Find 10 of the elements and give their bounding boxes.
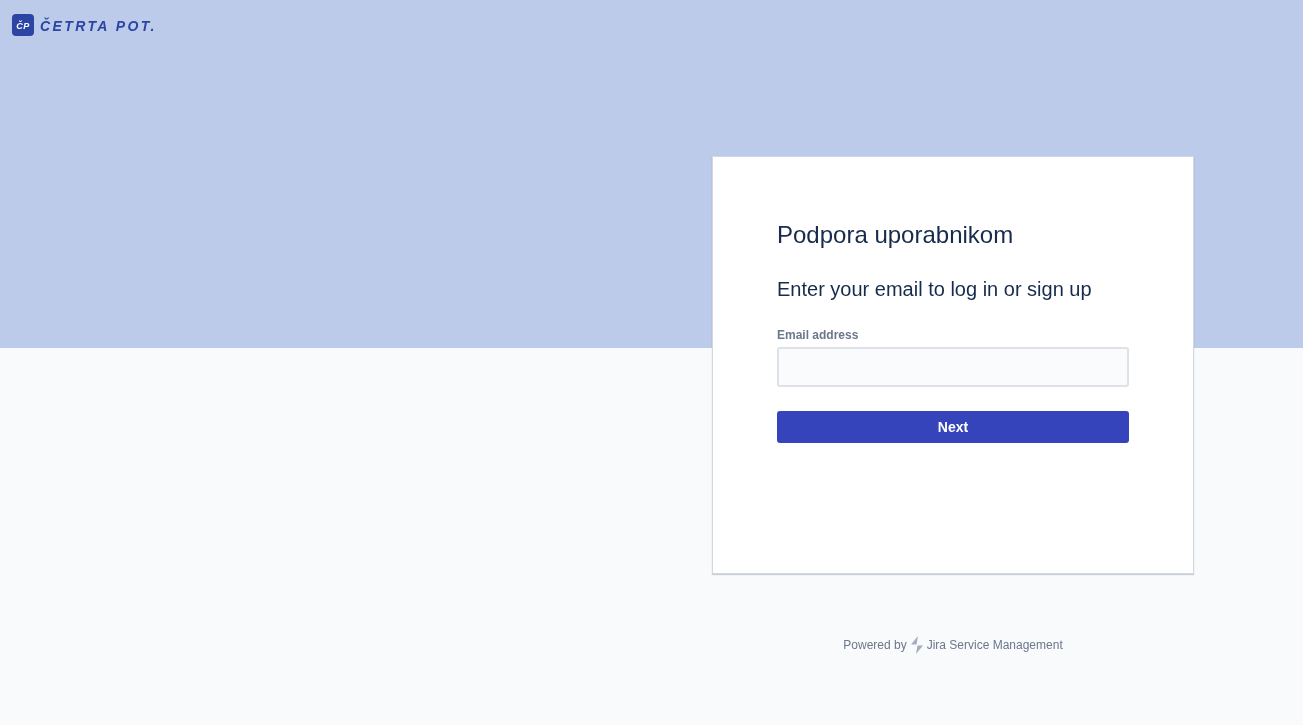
card-subtitle: Enter your email to log in or sign up [777,277,1093,302]
next-button[interactable]: Next [777,411,1129,443]
logo-wordmark: ČETRTA POT. [40,16,157,34]
product-name-text: Jira Service Management [926,637,1063,653]
email-label: Email address [777,327,860,343]
powered-by-text: Powered by [843,637,907,653]
lightning-icon [909,636,924,654]
email-input[interactable] [777,347,1129,387]
logo-icon: ČP [12,14,34,36]
card-title: Podpora uporabnikom [777,220,1015,250]
